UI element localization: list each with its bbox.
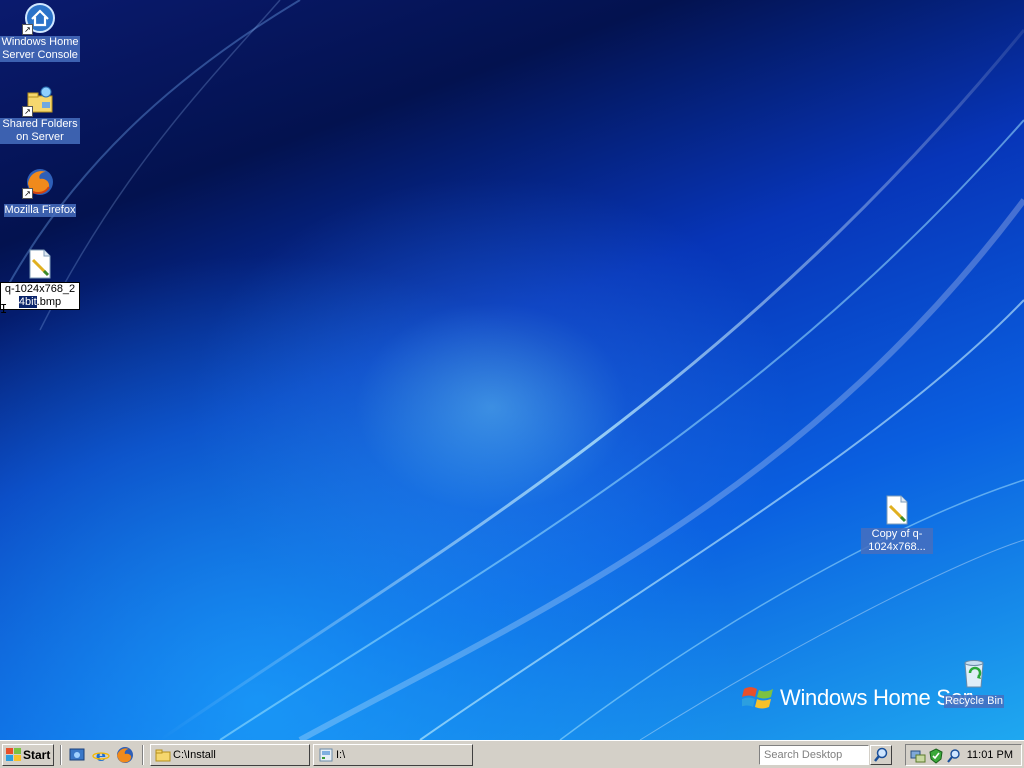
shared-folder-icon: ↗: [22, 84, 56, 117]
desktop-icon-shared-folders[interactable]: ↗ Shared Folders on Server: [0, 84, 80, 145]
wallpaper-light-streaks: [0, 0, 1024, 740]
taskbar-divider: [60, 745, 62, 765]
drive-icon: [319, 748, 333, 762]
task-button-label: C:\Install: [173, 749, 216, 761]
rename-text-before: q-1024x768_2: [4, 283, 76, 295]
svg-text:e: e: [96, 746, 106, 764]
shortcut-arrow-icon: ↗: [22, 188, 33, 199]
rename-text-after: .bmp: [36, 296, 62, 308]
bitmap-file-icon: [881, 494, 913, 526]
bitmap-file-icon: [24, 248, 56, 280]
desktop-icon-label: Copy of q-1024x768...: [861, 528, 933, 554]
clock[interactable]: 11:01 PM: [967, 745, 1013, 765]
network-icon[interactable]: [910, 748, 926, 764]
start-button[interactable]: Start: [2, 744, 54, 766]
show-desktop-icon[interactable]: [68, 746, 86, 764]
rename-textbox[interactable]: q-1024x768_24bit.bmp: [0, 282, 80, 310]
task-button-label: I:\: [336, 749, 346, 761]
magnifier-icon: [874, 747, 888, 762]
windows-flag-icon: [742, 687, 773, 709]
search-go-button[interactable]: [870, 745, 892, 765]
firefox-icon: ↗: [22, 166, 56, 199]
security-icon[interactable]: [928, 748, 944, 764]
internet-explorer-icon[interactable]: e: [92, 746, 110, 764]
desktop-icon-label: Windows Home Server Console: [0, 36, 80, 62]
desktop[interactable]: ↗ Windows Home Server Console ↗ Shared F…: [0, 0, 1024, 740]
shortcut-arrow-icon: ↗: [22, 106, 33, 117]
desktop-icon-label: Shared Folders on Server: [0, 118, 80, 144]
desktop-icon-recycle-bin[interactable]: Recycle Bin: [934, 657, 1014, 709]
search-desktop-input[interactable]: Search Desktop: [759, 745, 869, 765]
desktop-icon-label: Recycle Bin: [943, 695, 1005, 708]
task-button-i-drive[interactable]: I:\: [313, 744, 473, 766]
start-label: Start: [23, 748, 51, 762]
text-cursor-icon: I: [0, 302, 8, 316]
home-server-icon: ↗: [22, 2, 56, 35]
firefox-icon[interactable]: [116, 746, 134, 764]
desktop-icon-copy-of-bitmap[interactable]: Copy of q-1024x768...: [857, 494, 937, 555]
taskbar-divider: [142, 745, 144, 765]
taskbar: Start e C:\Install I:\ Search Desktop 11…: [0, 740, 1024, 768]
windows-start-flag-icon: [6, 748, 21, 761]
desktop-icon-home-server-console[interactable]: ↗ Windows Home Server Console: [0, 2, 80, 63]
search-placeholder: Search Desktop: [764, 749, 843, 761]
desktop-icon-label: Mozilla Firefox: [3, 204, 77, 217]
desktop-icon-renaming-bitmap[interactable]: q-1024x768_24bit.bmp: [0, 248, 80, 310]
recycle-bin-icon: [958, 657, 990, 689]
system-tray: 11:01 PM: [905, 744, 1022, 766]
task-button-c-install[interactable]: C:\Install: [150, 744, 310, 766]
folder-icon: [155, 749, 171, 762]
shortcut-arrow-icon: ↗: [22, 24, 33, 35]
rename-text-selected: 4bit: [18, 296, 37, 308]
desktop-icon-mozilla-firefox[interactable]: ↗ Mozilla Firefox: [0, 166, 80, 218]
search-tray-icon[interactable]: [946, 748, 962, 764]
